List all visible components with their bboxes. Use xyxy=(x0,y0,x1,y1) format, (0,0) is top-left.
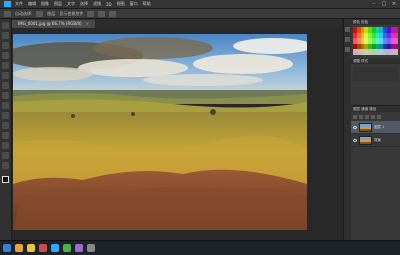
zoom-icon[interactable] xyxy=(2,162,9,169)
folder-icon[interactable] xyxy=(27,244,35,252)
show-transform-controls-label[interactable]: 显示变换控件 xyxy=(59,11,83,17)
menu-view[interactable]: 视图 xyxy=(117,1,125,7)
right-panels: 颜色 色板 调整 样式 图层 通道 路径 图层 1 背景 xyxy=(351,19,400,241)
menu-3d[interactable]: 3D xyxy=(106,2,112,7)
chat-icon[interactable] xyxy=(63,244,71,252)
photoshop-icon[interactable] xyxy=(51,244,59,252)
mail-icon[interactable] xyxy=(75,244,83,252)
menu-filter[interactable]: 滤镜 xyxy=(93,1,101,7)
menu-help[interactable]: 帮助 xyxy=(143,1,151,7)
align-right-icon[interactable] xyxy=(109,10,117,17)
adjustments-panel[interactable] xyxy=(353,67,398,81)
align-center-icon[interactable] xyxy=(98,10,106,17)
auto-select-label: 自动选择: xyxy=(15,10,33,16)
visibility-eye-icon[interactable] xyxy=(353,125,357,129)
document-tab-bar: IMG_0001.jpg @ 66.7% (RGB/8) × xyxy=(12,19,342,28)
layer-row[interactable]: 图层 1 xyxy=(351,121,400,134)
clone-stamp-icon[interactable] xyxy=(2,102,9,109)
landscape-photo[interactable] xyxy=(13,34,307,230)
tab-close-icon[interactable]: × xyxy=(86,21,89,26)
menu-edit[interactable]: 编辑 xyxy=(28,1,36,7)
document-tab[interactable]: IMG_0001.jpg @ 66.7% (RGB/8) × xyxy=(12,20,95,28)
menu-layer[interactable]: 图层 xyxy=(54,1,62,7)
filter-pixel-icon[interactable] xyxy=(359,114,363,119)
magic-wand-icon[interactable] xyxy=(2,52,9,59)
menu-type[interactable]: 文字 xyxy=(67,1,75,7)
canvas-area[interactable] xyxy=(12,28,343,241)
layer-name: 图层 1 xyxy=(374,124,385,129)
filter-adjust-icon[interactable] xyxy=(365,114,369,119)
layer-name: 背景 xyxy=(374,137,381,142)
menu-bar: 文件 编辑 图像 图层 文字 选择 滤镜 3D 视图 窗口 帮助 – □ × xyxy=(0,0,400,9)
window-controls: – □ × xyxy=(371,1,397,7)
align-left-icon[interactable] xyxy=(87,10,95,17)
type-icon[interactable] xyxy=(2,142,9,149)
layer-thumbnail xyxy=(359,135,372,145)
history-icon[interactable] xyxy=(345,27,350,32)
foreground-color-swatch[interactable] xyxy=(2,176,9,183)
maximize-icon[interactable]: □ xyxy=(381,1,387,7)
layer-row[interactable]: 背景 xyxy=(351,134,400,147)
marquee-icon[interactable] xyxy=(2,32,9,39)
layer-thumbnail xyxy=(359,122,372,132)
visibility-eye-icon[interactable] xyxy=(353,138,357,142)
move-icon[interactable] xyxy=(2,22,9,29)
layers-panel: 图层 通道 路径 图层 1 背景 xyxy=(351,105,400,241)
filter-type-icon[interactable] xyxy=(371,114,375,119)
layers-filter-row xyxy=(351,112,400,121)
menu-file[interactable]: 文件 xyxy=(15,1,23,7)
healing-brush-icon[interactable] xyxy=(2,82,9,89)
menu-window[interactable]: 窗口 xyxy=(130,1,138,7)
swatches-grid[interactable] xyxy=(353,27,398,55)
move-tool-icon[interactable] xyxy=(4,10,11,17)
landscape-image xyxy=(13,34,307,230)
tools-panel xyxy=(0,19,12,241)
gradient-icon[interactable] xyxy=(2,122,9,129)
media-icon[interactable] xyxy=(39,244,47,252)
eyedropper-icon[interactable] xyxy=(2,72,9,79)
brush-icon[interactable] xyxy=(2,92,9,99)
info-icon[interactable] xyxy=(345,47,350,52)
eraser-icon[interactable] xyxy=(2,112,9,119)
menu-image[interactable]: 图像 xyxy=(41,1,49,7)
filter-kind-icon[interactable] xyxy=(353,114,357,119)
pen-icon[interactable] xyxy=(2,132,9,139)
options-bar: 自动选择: 图层 显示变换控件 xyxy=(0,9,400,19)
filter-shape-icon[interactable] xyxy=(377,114,381,119)
menu-select[interactable]: 选择 xyxy=(80,1,88,7)
close-icon[interactable]: × xyxy=(391,1,397,7)
properties-icon[interactable] xyxy=(345,37,350,42)
taskbar xyxy=(0,240,400,255)
auto-select-dropdown[interactable] xyxy=(36,10,44,17)
minimize-icon[interactable]: – xyxy=(371,1,377,7)
hand-icon[interactable] xyxy=(2,152,9,159)
photoshop-logo-icon xyxy=(4,1,11,7)
start-icon[interactable] xyxy=(3,244,11,252)
color-swatch[interactable] xyxy=(394,49,398,55)
settings-icon[interactable] xyxy=(87,244,95,252)
lasso-icon[interactable] xyxy=(2,42,9,49)
document-tab-label: IMG_0001.jpg @ 66.7% (RGB/8) xyxy=(18,21,82,26)
color-panel-header[interactable]: 颜色 色板 xyxy=(351,19,400,25)
collapsed-panel-strip xyxy=(343,19,351,241)
adjust-panel-header[interactable]: 调整 样式 xyxy=(351,58,400,64)
crop-icon[interactable] xyxy=(2,62,9,69)
layer-option-label: 图层 xyxy=(47,10,56,16)
browser-icon[interactable] xyxy=(15,244,23,252)
